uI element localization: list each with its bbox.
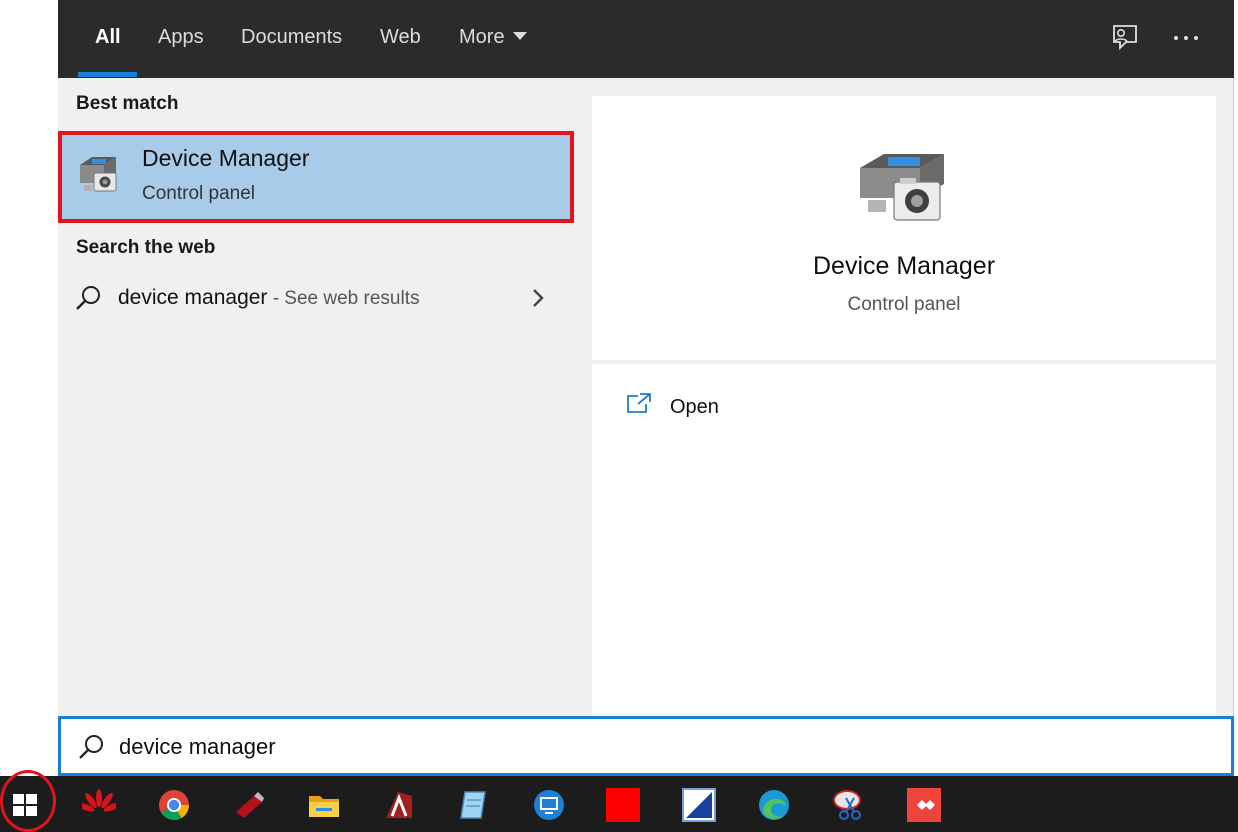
- paint-icon[interactable]: [682, 788, 716, 822]
- tab-all[interactable]: All: [95, 26, 121, 49]
- device-manager-large-icon: [860, 154, 944, 221]
- preview-pane: Device Manager Control panel: [592, 96, 1216, 360]
- huawei-icon[interactable]: [82, 788, 116, 822]
- autocad-icon[interactable]: [382, 788, 416, 822]
- tab-documents[interactable]: Documents: [241, 26, 342, 49]
- device-manager-icon: [80, 157, 117, 192]
- taskbar: [0, 776, 1238, 832]
- preview-subtitle: Control panel: [847, 294, 961, 315]
- chrome-icon[interactable]: [157, 788, 191, 822]
- tab-web[interactable]: Web: [380, 26, 421, 49]
- feedback-icon[interactable]: [1108, 22, 1140, 54]
- search-tabs-bar: All Apps Documents Web More: [58, 0, 1234, 78]
- best-match-label: Best match: [76, 93, 179, 114]
- search-icon: [76, 286, 100, 310]
- tab-more[interactable]: More: [459, 26, 527, 49]
- remote-desktop-icon[interactable]: [532, 788, 566, 822]
- search-input[interactable]: [119, 729, 1119, 765]
- open-icon: [627, 393, 651, 413]
- best-match-result[interactable]: Device Manager Control panel: [58, 131, 574, 223]
- web-query-text: device manager: [118, 286, 268, 309]
- open-action-label: Open: [670, 396, 719, 418]
- search-panel: All Apps Documents Web More Best match D…: [58, 0, 1234, 776]
- search-web-label: Search the web: [76, 237, 216, 258]
- web-search-query: device manager - See web results: [118, 286, 420, 310]
- usb-drive-icon[interactable]: [232, 788, 266, 822]
- more-options-icon[interactable]: [1170, 22, 1202, 54]
- best-match-subtitle: Control panel: [142, 183, 256, 204]
- active-tab-indicator: [78, 72, 137, 77]
- edge-icon[interactable]: [757, 788, 791, 822]
- web-results-suffix: - See web results: [267, 288, 420, 309]
- anydesk-icon[interactable]: [907, 788, 941, 822]
- actions-pane: Open: [592, 364, 1216, 718]
- start-icon[interactable]: [8, 788, 42, 822]
- search-icon: [79, 735, 103, 759]
- notepad-icon[interactable]: [457, 788, 491, 822]
- web-search-result[interactable]: device manager - See web results: [58, 276, 574, 324]
- caret-down-icon: [512, 31, 527, 40]
- snipping-tool-icon[interactable]: [832, 788, 866, 822]
- open-action[interactable]: Open: [626, 390, 826, 426]
- search-box[interactable]: [58, 716, 1234, 776]
- results-list: Best match Device Manager Control panel …: [58, 78, 574, 718]
- best-match-title: Device Manager: [142, 145, 310, 171]
- tab-more-label: More: [459, 26, 505, 48]
- tab-apps[interactable]: Apps: [158, 26, 204, 49]
- chevron-right-icon[interactable]: [528, 286, 548, 310]
- file-explorer-icon[interactable]: [307, 788, 341, 822]
- preview-title: Device Manager: [812, 252, 996, 280]
- red-app-icon[interactable]: [606, 788, 640, 822]
